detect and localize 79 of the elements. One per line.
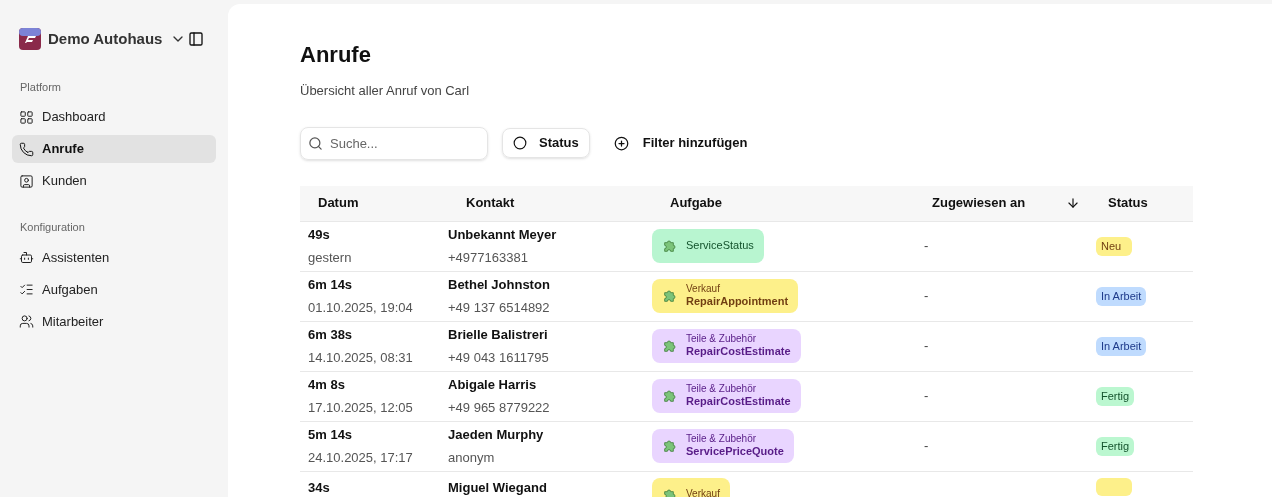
call-duration: 5m 14s — [308, 426, 354, 444]
task-category: Teile & Zubehör — [686, 432, 758, 446]
task-category: Verkauf — [686, 488, 720, 497]
puzzle-icon — [662, 438, 678, 454]
call-duration: 49s — [308, 226, 331, 244]
contact-name: Miguel Wiegand — [448, 478, 548, 497]
sidebar-toggle-icon[interactable] — [188, 31, 204, 48]
contact-phone: anonym — [448, 448, 496, 467]
users-icon — [19, 314, 34, 329]
logo-icon — [19, 28, 41, 51]
column-header[interactable]: Status — [1108, 193, 1148, 213]
assignee-text: - — [924, 438, 929, 454]
contact-phone: +49 965 8779222 — [448, 398, 551, 417]
page-subtitle: Übersicht aller Anruf von Carl — [300, 82, 471, 100]
add-filter-button[interactable]: Filter hinzufügen — [603, 128, 758, 158]
task-category: Verkauf — [686, 282, 721, 296]
call-date: 17.10.2025, 12:05 — [308, 398, 414, 417]
assignee-text: - — [924, 388, 929, 404]
checklist-icon — [19, 282, 34, 297]
task-name: RepairCostEstimate — [686, 395, 791, 410]
contact-phone: +4977163381 — [448, 248, 529, 267]
call-date: 01.10.2025, 19:04 — [308, 298, 414, 317]
sidebar-item[interactable]: Aufgaben — [12, 275, 216, 304]
search-field[interactable]: Suche... — [300, 126, 488, 160]
puzzle-icon — [662, 238, 678, 254]
sidebar-item[interactable]: Mitarbeiter — [12, 307, 216, 336]
status-badge: Fertig — [1096, 387, 1135, 406]
status-badge — [1096, 477, 1132, 496]
contact-phone: +49 137 6514892 — [448, 298, 551, 317]
phone-icon — [19, 141, 34, 157]
puzzle-icon — [662, 338, 678, 354]
sidebar-item[interactable]: Dashboard — [12, 103, 216, 131]
contact-name: Bethel Johnston — [448, 276, 551, 294]
status-filter-button[interactable]: Status — [502, 128, 590, 158]
call-date: 14.10.2025, 08:31 — [308, 348, 414, 367]
task-category: Teile & Zubehör — [686, 332, 758, 346]
status-badge: Neu — [1096, 237, 1132, 256]
contact-phone: +49 043 1611795 — [448, 348, 550, 367]
call-duration: 34s — [308, 478, 331, 497]
contact-name: Jaeden Murphy — [448, 426, 545, 444]
column-header[interactable]: Aufgabe — [670, 193, 722, 213]
call-date: gestern — [308, 248, 353, 267]
workspace-switcher[interactable]: Demo Autohaus — [48, 28, 187, 51]
puzzle-icon — [662, 388, 678, 404]
column-header[interactable]: Kontakt — [466, 193, 515, 213]
column-header[interactable]: Zugewiesen an — [932, 193, 1026, 213]
search-icon — [308, 135, 323, 151]
task-category: Teile & Zubehör — [686, 382, 758, 396]
assignee-text: - — [924, 238, 929, 254]
puzzle-icon — [662, 288, 678, 304]
section-label: Platform — [19, 79, 62, 95]
circle-icon — [513, 136, 527, 150]
task-name: ServiceStatus — [686, 239, 754, 253]
sidebar-item[interactable]: Anrufe — [12, 135, 216, 163]
call-duration: 6m 38s — [308, 326, 354, 344]
column-header[interactable]: Datum — [318, 193, 359, 213]
contact-name: Unbekannt Meyer — [448, 226, 558, 244]
status-badge: In Arbeit — [1096, 287, 1147, 306]
task-name: RepairAppointment — [686, 295, 789, 310]
sidebar-item[interactable]: Assistenten — [12, 243, 216, 272]
sidebar-item[interactable]: Kunden — [12, 167, 216, 195]
call-date: 24.10.2025, 17:17 — [308, 448, 414, 467]
plus-circle-icon — [613, 135, 629, 151]
call-duration: 6m 14s — [308, 276, 354, 294]
task-name: ServicePriceQuote — [686, 445, 784, 460]
section-label: Konfiguration — [19, 220, 86, 235]
contact-name: Brielle Balistreri — [448, 326, 549, 344]
status-badge: In Arbeit — [1096, 337, 1147, 356]
task-name: RepairCostEstimate — [686, 345, 791, 360]
page-title: Anrufe — [300, 41, 372, 69]
assignee-text: - — [924, 338, 929, 354]
contact-name: Abigale Harris — [448, 376, 538, 394]
status-badge: Fertig — [1096, 437, 1135, 456]
dashboard-icon — [19, 109, 34, 125]
assignee-text: - — [924, 288, 929, 304]
sort-arrow-icon[interactable] — [1066, 196, 1080, 210]
contact-card-icon — [19, 173, 34, 189]
call-duration: 4m 8s — [308, 376, 346, 394]
bot-icon — [19, 250, 34, 265]
